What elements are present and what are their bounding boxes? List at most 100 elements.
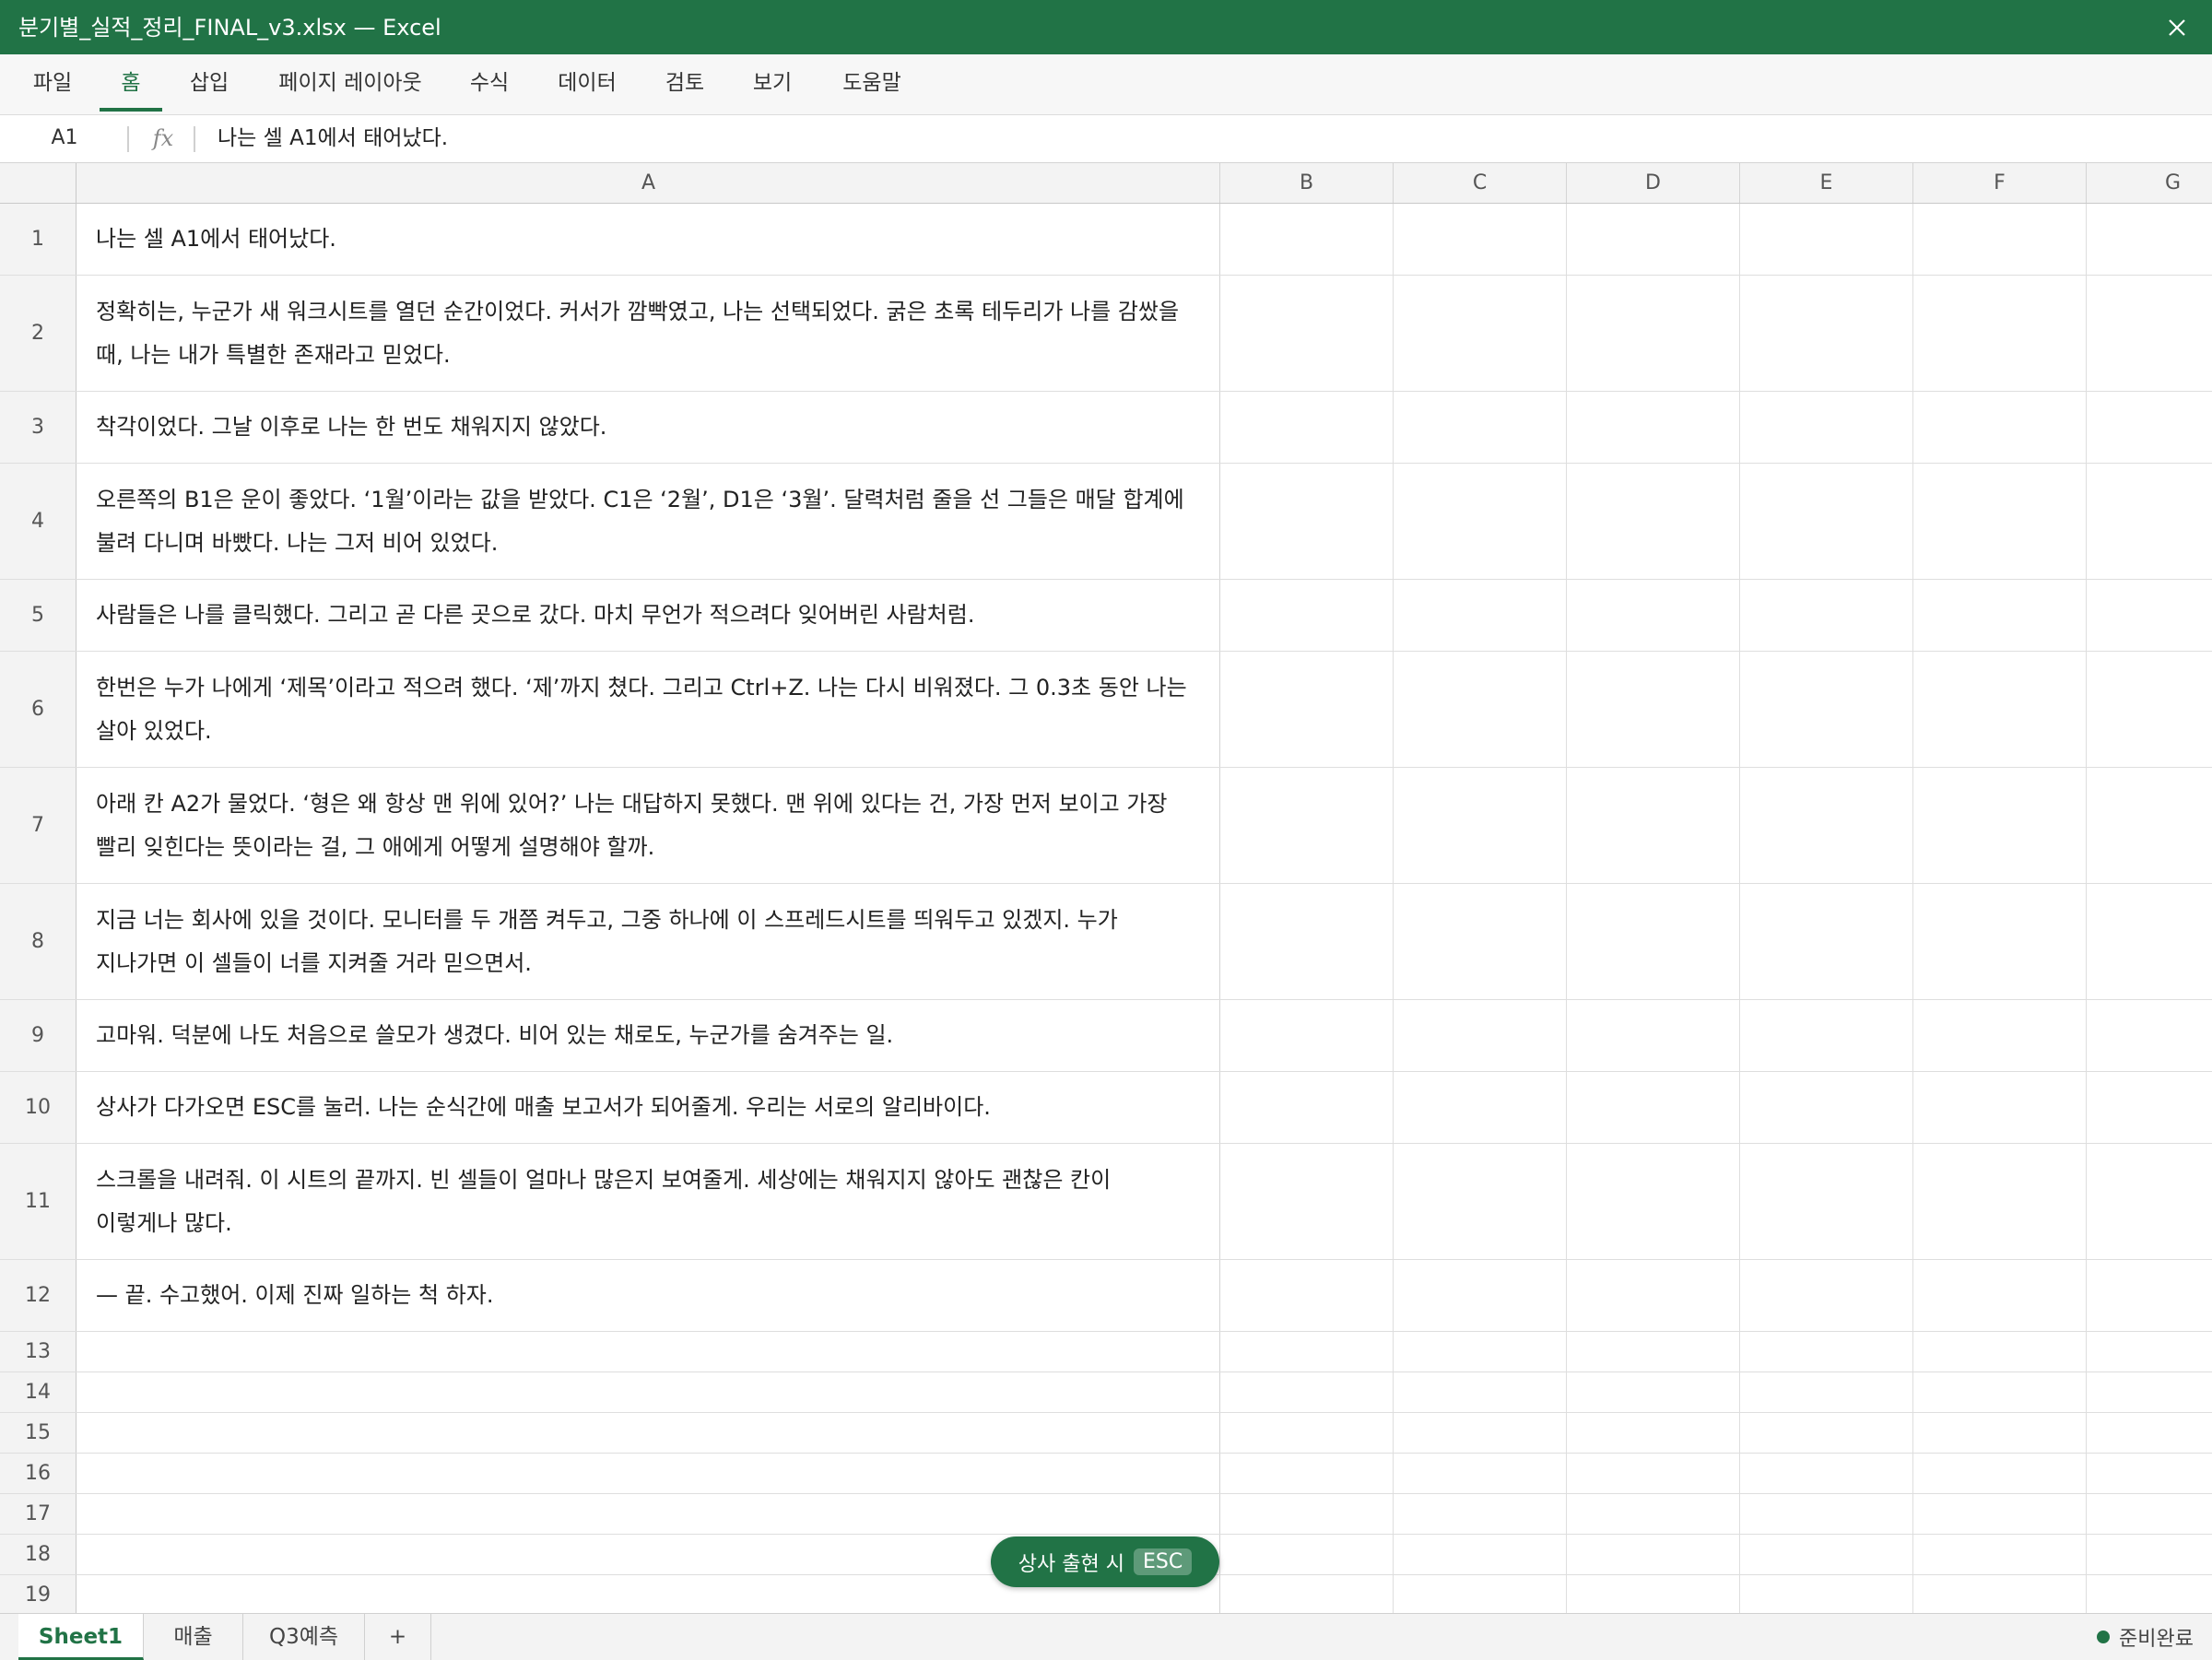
- cell-line: 이렇게나 많다.: [96, 1209, 232, 1236]
- cell-a[interactable]: 한번은 누가 나에게 ‘제목’이라고 적으려 했다. ‘제’까지 쳤다. 그리고…: [77, 652, 1220, 767]
- cell-a[interactable]: 정확히는, 누군가 새 워크시트를 열던 순간이었다. 커서가 깜빡였고, 나는…: [77, 276, 1220, 391]
- row-header[interactable]: 19: [0, 1575, 76, 1613]
- cell-a[interactable]: 지금 너는 회사에 있을 것이다. 모니터를 두 개쯤 켜두고, 그중 하나에 …: [77, 884, 1220, 999]
- table-row: 15: [0, 1413, 2212, 1454]
- grid-line: [1393, 1072, 1394, 1143]
- sheet-tab-sales[interactable]: 매출: [144, 1614, 243, 1660]
- table-row: 10 상사가 다가오면 ESC를 눌러. 나는 순식간에 매출 보고서가 되어줄게…: [0, 1072, 2212, 1144]
- cell-a[interactable]: [77, 1413, 1220, 1453]
- cell-a[interactable]: 사람들은 나를 클릭했다. 그리고 곧 다른 곳으로 갔다. 마치 무언가 적으…: [77, 580, 1220, 651]
- tab-formulas[interactable]: 수식: [457, 65, 522, 112]
- tab-review[interactable]: 검토: [653, 65, 717, 112]
- grid-line: [1912, 1000, 1913, 1071]
- tab-page-layout[interactable]: 페이지 레이아웃: [267, 65, 433, 112]
- grid-line: [1393, 1575, 1394, 1613]
- cell-line: 불려 다니며 바빴다. 나는 그저 비어 있었다.: [96, 529, 499, 556]
- grid-line: [1912, 1575, 1913, 1613]
- fx-icon[interactable]: fx: [149, 124, 177, 153]
- row-header[interactable]: 11: [0, 1144, 76, 1259]
- cell-a[interactable]: 나는 셀 A1에서 태어났다.: [77, 204, 1220, 275]
- row-header[interactable]: 17: [0, 1494, 76, 1534]
- cell-a[interactable]: 아래 칸 A2가 물었다. ‘형은 왜 항상 맨 위에 있어?’ 나는 대답하지…: [77, 768, 1220, 883]
- column-header-a[interactable]: A: [77, 163, 1220, 203]
- cell-line: — 끝. 수고했어. 이제 진짜 일하는 척 하자.: [96, 1282, 494, 1308]
- grid-line: [1912, 1372, 1913, 1412]
- row-header[interactable]: 9: [0, 1000, 76, 1071]
- row-header[interactable]: 8: [0, 884, 76, 999]
- column-header-f[interactable]: F: [1913, 163, 2087, 203]
- cell-a[interactable]: 상사가 다가오면 ESC를 눌러. 나는 순식간에 매출 보고서가 되어줄게. …: [77, 1072, 1220, 1143]
- row-header[interactable]: 2: [0, 276, 76, 391]
- row-header[interactable]: 7: [0, 768, 76, 883]
- row-header[interactable]: 14: [0, 1372, 76, 1412]
- row-header[interactable]: 4: [0, 464, 76, 579]
- cell-a[interactable]: 오른쪽의 B1은 운이 좋았다. ‘1월’이라는 값을 받았다. C1은 ‘2월…: [77, 464, 1220, 579]
- ribbon-tabs: 파일 홈 삽입 페이지 레이아웃 수식 데이터 검토 보기 도움말: [0, 54, 2212, 115]
- grid-line: [1566, 1144, 1567, 1259]
- grid-line: [1566, 392, 1567, 463]
- table-row: 11 스크롤을 내려줘. 이 시트의 끝까지. 빈 셀들이 얼마나 많은지 보여줄…: [0, 1144, 2212, 1260]
- row-header[interactable]: 13: [0, 1332, 76, 1372]
- cell-a[interactable]: [77, 1332, 1220, 1372]
- cell-line: 아래 칸 A2가 물었다. ‘형은 왜 항상 맨 위에 있어?’ 나는 대답하지…: [96, 790, 1168, 817]
- row-header[interactable]: 12: [0, 1260, 76, 1331]
- cell-a[interactable]: — 끝. 수고했어. 이제 진짜 일하는 척 하자.: [77, 1260, 1220, 1331]
- grid-line: [1739, 1000, 1740, 1071]
- grid-line: [1912, 580, 1913, 651]
- add-sheet-button[interactable]: +: [365, 1614, 431, 1660]
- cell-a[interactable]: [77, 1454, 1220, 1493]
- tab-home[interactable]: 홈: [100, 65, 162, 112]
- name-box[interactable]: A1: [18, 124, 111, 153]
- grid-line: [1912, 276, 1913, 391]
- formula-bar: A1 fx 나는 셀 A1에서 태어났다.: [0, 115, 2212, 163]
- window-title: 분기별_실적_정리_FINAL_v3.xlsx — Excel: [18, 15, 441, 41]
- select-all-corner[interactable]: [0, 163, 76, 203]
- grid-line: [1566, 1494, 1567, 1534]
- grid-line: [1912, 1144, 1913, 1259]
- cell-text: 아래 칸 A2가 물었다. ‘형은 왜 항상 맨 위에 있어?’ 나는 대답하지…: [96, 783, 1168, 869]
- grid-line: [1912, 1332, 1913, 1372]
- row-header[interactable]: 5: [0, 580, 76, 651]
- row-header[interactable]: 3: [0, 392, 76, 463]
- row-header[interactable]: 16: [0, 1454, 76, 1493]
- tab-data[interactable]: 데이터: [546, 65, 629, 112]
- cell-a[interactable]: [77, 1372, 1220, 1412]
- formula-separator: [127, 126, 129, 152]
- boss-key-hint-button[interactable]: 상사 출현 시 ESC: [991, 1536, 1219, 1587]
- tab-help[interactable]: 도움말: [830, 65, 914, 112]
- grid-line: [1393, 1413, 1394, 1453]
- tab-view[interactable]: 보기: [739, 65, 806, 112]
- formula-input[interactable]: 나는 셀 A1에서 태어났다.: [218, 124, 2190, 153]
- column-header-b[interactable]: B: [1220, 163, 1394, 203]
- tab-insert[interactable]: 삽입: [177, 65, 241, 112]
- cell-a[interactable]: 착각이었다. 그날 이후로 나는 한 번도 채워지지 않았다.: [77, 392, 1220, 463]
- cell-a[interactable]: 스크롤을 내려줘. 이 시트의 끝까지. 빈 셀들이 얼마나 많은지 보여줄게.…: [77, 1144, 1220, 1259]
- grid-line: [1566, 1372, 1567, 1412]
- row-header[interactable]: 1: [0, 204, 76, 275]
- grid-line: [2086, 1000, 2087, 1071]
- cell-line: 나는 셀 A1에서 태어났다.: [96, 226, 336, 252]
- column-header-c[interactable]: C: [1394, 163, 1567, 203]
- grid-line: [1393, 204, 1394, 275]
- row-header[interactable]: 15: [0, 1413, 76, 1453]
- row-header[interactable]: 10: [0, 1072, 76, 1143]
- grid-line: [1566, 1072, 1567, 1143]
- column-header-g[interactable]: G: [2087, 163, 2212, 203]
- grid-line: [2086, 1494, 2087, 1534]
- column-header-d[interactable]: D: [1567, 163, 1740, 203]
- grid-line: [1912, 768, 1913, 883]
- row-header[interactable]: 6: [0, 652, 76, 767]
- cell-line: 빨리 잊힌다는 뜻이라는 걸, 그 애에게 어떻게 설명해야 할까.: [96, 833, 655, 860]
- cell-a[interactable]: [77, 1494, 1220, 1534]
- grid-line: [1393, 884, 1394, 999]
- grid-line: [2086, 276, 2087, 391]
- sheet-tab-q3-forecast[interactable]: Q3예측: [243, 1614, 365, 1660]
- cell-a[interactable]: 고마워. 덕분에 나도 처음으로 쓸모가 생겼다. 비어 있는 채로도, 누군가…: [77, 1000, 1220, 1071]
- column-header-e[interactable]: E: [1740, 163, 1913, 203]
- close-button[interactable]: [2162, 13, 2192, 42]
- grid-line: [1739, 1332, 1740, 1372]
- grid-line: [1739, 1575, 1740, 1613]
- row-header[interactable]: 18: [0, 1535, 76, 1574]
- sheet-tab-sheet1[interactable]: Sheet1: [18, 1614, 144, 1660]
- tab-file[interactable]: 파일: [20, 65, 85, 112]
